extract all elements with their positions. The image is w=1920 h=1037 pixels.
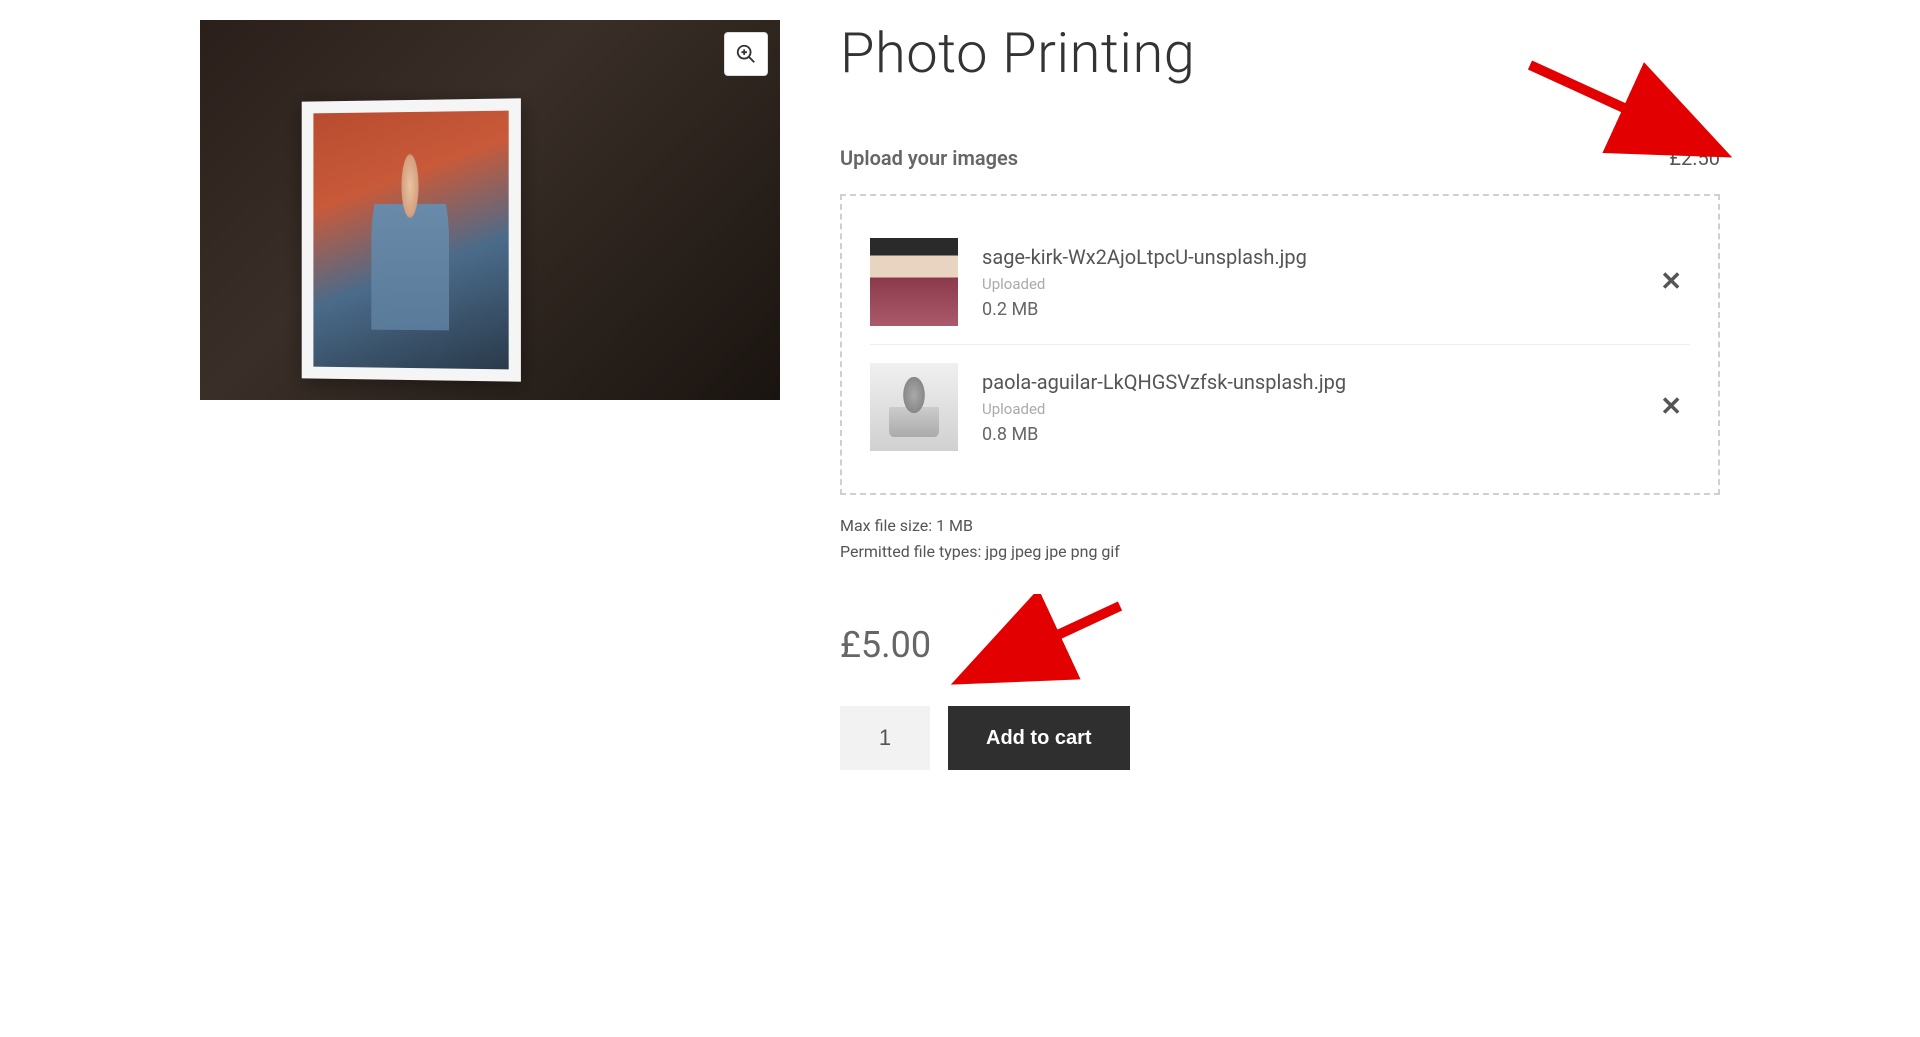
product-title: Photo Printing <box>840 20 1720 86</box>
add-to-cart-row: Add to cart <box>840 706 1720 770</box>
product-image-column <box>200 20 780 770</box>
file-status: Uploaded <box>982 275 1628 293</box>
file-name: sage-kirk-Wx2AjoLtpcU-unsplash.jpg <box>982 245 1628 269</box>
file-size: 0.8 MB <box>982 424 1628 445</box>
upload-dropzone[interactable]: sage-kirk-Wx2AjoLtpcU-unsplash.jpg Uploa… <box>840 194 1720 495</box>
zoom-button[interactable] <box>724 32 768 76</box>
uploaded-file-row: sage-kirk-Wx2AjoLtpcU-unsplash.jpg Uploa… <box>870 220 1690 344</box>
close-icon: ✕ <box>1660 267 1682 297</box>
close-icon: ✕ <box>1660 392 1682 422</box>
add-to-cart-button[interactable]: Add to cart <box>948 706 1130 770</box>
max-file-size-text: Max file size: 1 MB <box>840 513 1720 539</box>
file-thumbnail <box>870 363 958 451</box>
upload-per-image-price: £2.50 <box>1669 146 1720 170</box>
file-info: sage-kirk-Wx2AjoLtpcU-unsplash.jpg Uploa… <box>982 245 1628 320</box>
file-name: paola-aguilar-LkQHGSVzfsk-unsplash.jpg <box>982 370 1628 394</box>
product-image[interactable] <box>200 20 780 400</box>
file-size: 0.2 MB <box>982 299 1628 320</box>
file-thumbnail <box>870 238 958 326</box>
quantity-input[interactable] <box>840 706 930 770</box>
upload-constraints: Max file size: 1 MB Permitted file types… <box>840 513 1720 564</box>
upload-label: Upload your images <box>840 146 1018 170</box>
remove-file-button[interactable]: ✕ <box>1652 384 1690 430</box>
upload-header: Upload your images £2.50 <box>840 146 1720 170</box>
file-info: paola-aguilar-LkQHGSVzfsk-unsplash.jpg U… <box>982 370 1628 445</box>
file-status: Uploaded <box>982 400 1628 418</box>
photo-frame <box>302 98 521 381</box>
magnify-plus-icon <box>735 43 757 65</box>
remove-file-button[interactable]: ✕ <box>1652 259 1690 305</box>
total-price: £5.00 <box>840 624 1720 666</box>
product-details-column: Photo Printing Upload your images £2.50 <box>840 20 1720 770</box>
permitted-types-text: Permitted file types: jpg jpeg jpe png g… <box>840 539 1720 565</box>
uploaded-file-row: paola-aguilar-LkQHGSVzfsk-unsplash.jpg U… <box>870 344 1690 469</box>
